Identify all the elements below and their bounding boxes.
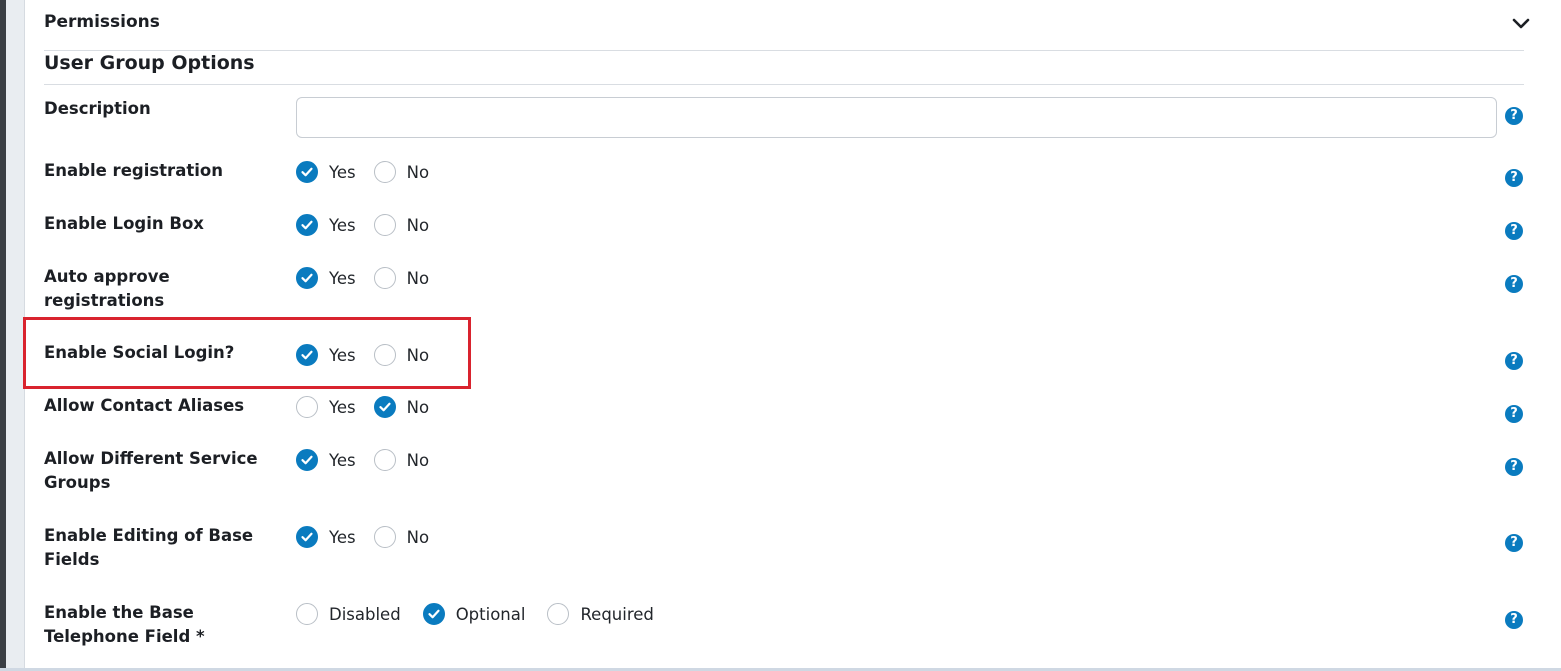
telephone-required-option[interactable]: Required: [547, 603, 654, 625]
radio-label: Required: [580, 604, 654, 624]
radio-label: No: [406, 345, 430, 365]
enable-base-telephone-field-radio-group: Disabled Optional Required: [296, 601, 672, 627]
radio-label: Disabled: [329, 604, 401, 624]
enable-login-box-radio-group: Yes No: [296, 212, 447, 238]
radio-checked-icon[interactable]: [296, 214, 318, 236]
radio-label: Yes: [329, 268, 356, 288]
help-icon[interactable]: ?: [1505, 107, 1523, 125]
radio-checked-icon[interactable]: [296, 161, 318, 183]
window-left-edge: [0, 0, 6, 671]
radio-unchecked-icon[interactable]: [373, 161, 396, 183]
radio-label: No: [406, 397, 430, 417]
enable-social-login-radio-group: Yes No: [296, 342, 447, 368]
radio-label: No: [406, 268, 430, 288]
telephone-disabled-option[interactable]: Disabled: [296, 603, 401, 625]
help-icon[interactable]: ?: [1505, 222, 1523, 240]
enable-social-login-label: Enable Social Login?: [44, 343, 235, 362]
radio-unchecked-icon[interactable]: [373, 267, 396, 289]
radio-label: Yes: [329, 450, 356, 470]
description-input[interactable]: [296, 97, 1497, 138]
enable-editing-base-fields-no-option[interactable]: No: [373, 526, 430, 548]
auto-approve-radio-group: Yes No: [296, 265, 447, 291]
radio-label: No: [406, 215, 430, 235]
enable-registration-radio-group: Yes No: [296, 159, 447, 185]
radio-unchecked-icon[interactable]: [547, 603, 570, 625]
radio-label: Yes: [329, 345, 356, 365]
radio-checked-icon[interactable]: [373, 396, 396, 418]
allow-contact-aliases-yes-option[interactable]: Yes: [296, 396, 356, 418]
enable-social-login-yes-option[interactable]: Yes: [296, 344, 356, 366]
enable-registration-yes-option[interactable]: Yes: [296, 161, 356, 183]
allow-contact-aliases-no-option[interactable]: No: [373, 396, 430, 418]
enable-registration-label: Enable registration: [44, 161, 223, 180]
radio-label: No: [406, 450, 430, 470]
radio-unchecked-icon[interactable]: [373, 344, 396, 366]
radio-label: Yes: [329, 397, 356, 417]
radio-checked-icon[interactable]: [422, 603, 445, 625]
enable-editing-base-fields-radio-group: Yes No: [296, 524, 447, 550]
section-title: User Group Options: [44, 52, 255, 74]
radio-label: Yes: [329, 215, 356, 235]
radio-checked-icon[interactable]: [296, 449, 318, 471]
telephone-optional-option[interactable]: Optional: [422, 603, 526, 625]
chevron-down-icon[interactable]: [1510, 13, 1532, 35]
divider: [44, 84, 1524, 85]
permissions-title: Permissions: [44, 12, 160, 32]
radio-checked-icon[interactable]: [296, 344, 318, 366]
radio-checked-icon[interactable]: [296, 526, 318, 548]
radio-label: Yes: [329, 527, 356, 547]
allow-different-service-groups-radio-group: Yes No: [296, 447, 447, 473]
auto-approve-registrations-label: Auto approve registrations: [44, 267, 170, 310]
radio-unchecked-icon[interactable]: [296, 396, 318, 418]
enable-editing-base-fields-label: Enable Editing of Base Fields: [44, 526, 254, 569]
divider: [44, 50, 1524, 51]
enable-base-telephone-field-label: Enable the Base Telephone Field *: [44, 603, 205, 646]
radio-unchecked-icon[interactable]: [373, 449, 396, 471]
radio-label: Optional: [455, 604, 526, 624]
radio-label: No: [406, 162, 430, 182]
help-icon[interactable]: ?: [1505, 405, 1523, 423]
enable-social-login-no-option[interactable]: No: [373, 344, 430, 366]
auto-approve-no-option[interactable]: No: [373, 267, 430, 289]
allow-contact-aliases-label: Allow Contact Aliases: [44, 396, 245, 415]
permissions-accordion-header[interactable]: Permissions: [44, 12, 1530, 38]
enable-editing-base-fields-yes-option[interactable]: Yes: [296, 526, 356, 548]
help-icon[interactable]: ?: [1505, 534, 1523, 552]
radio-label: Yes: [329, 162, 356, 182]
allow-contact-aliases-radio-group: Yes No: [296, 394, 447, 420]
help-icon[interactable]: ?: [1505, 169, 1523, 187]
radio-unchecked-icon[interactable]: [296, 603, 318, 625]
radio-label: No: [406, 527, 430, 547]
description-label: Description: [44, 99, 151, 118]
enable-login-box-label: Enable Login Box: [44, 214, 204, 233]
help-icon[interactable]: ?: [1505, 611, 1523, 629]
radio-unchecked-icon[interactable]: [373, 526, 396, 548]
help-icon[interactable]: ?: [1505, 458, 1523, 476]
allow-different-service-groups-yes-option[interactable]: Yes: [296, 449, 356, 471]
user-group-form-panel: Permissions User Group Options Descripti…: [23, 0, 1561, 668]
allow-different-service-groups-no-option[interactable]: No: [373, 449, 430, 471]
help-icon[interactable]: ?: [1505, 352, 1523, 370]
radio-checked-icon[interactable]: [296, 267, 318, 289]
enable-login-box-yes-option[interactable]: Yes: [296, 214, 356, 236]
enable-registration-no-option[interactable]: No: [373, 161, 430, 183]
help-icon[interactable]: ?: [1505, 275, 1523, 293]
enable-login-box-no-option[interactable]: No: [373, 214, 430, 236]
radio-unchecked-icon[interactable]: [373, 214, 396, 236]
allow-different-service-groups-label: Allow Different Service Groups: [44, 449, 258, 492]
auto-approve-yes-option[interactable]: Yes: [296, 267, 356, 289]
